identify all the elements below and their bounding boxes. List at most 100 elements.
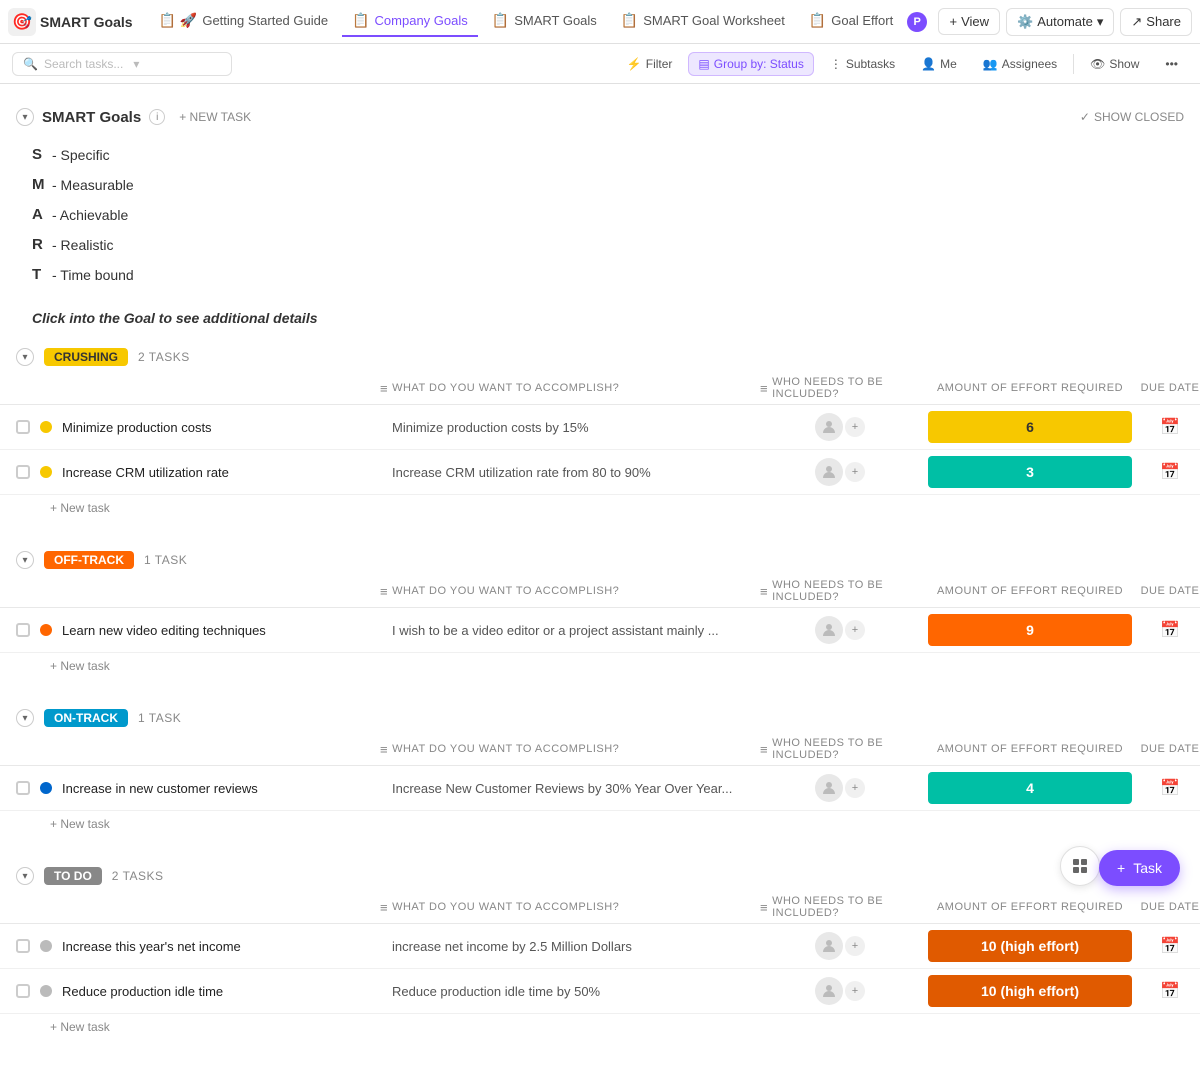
show-closed-button[interactable]: ✓ SHOW CLOSED xyxy=(1080,110,1184,124)
add-assignee-1-0[interactable]: + xyxy=(845,620,865,640)
tab-label-company-goals: Company Goals xyxy=(375,13,468,28)
add-assignee-0-1[interactable]: + xyxy=(845,462,865,482)
section-header: ▾ SMART Goals i + NEW TASK ✓ SHOW CLOSED xyxy=(0,100,1200,132)
show-closed-label: SHOW CLOSED xyxy=(1094,110,1184,124)
extra-tabs-indicator[interactable]: P xyxy=(907,12,927,32)
toolbar-divider xyxy=(1073,54,1074,74)
calendar-icon-0-0[interactable]: 📅 xyxy=(1160,417,1180,437)
add-assignee-2-0[interactable]: + xyxy=(845,778,865,798)
task-checkbox-3-1[interactable] xyxy=(16,984,30,998)
task-count-off-track: 1 TASK xyxy=(144,553,187,567)
calendar-icon-0-1[interactable]: 📅 xyxy=(1160,462,1180,482)
add-assignee-3-1[interactable]: + xyxy=(845,981,865,1001)
table-header-crushing: ≡ WHAT DO YOU WANT TO ACCOMPLISH? ≡ WHO … xyxy=(0,372,1200,405)
effort-cell-3-1: 10 (high effort) xyxy=(920,969,1140,1013)
task-name-3-0: Increase this year's net income xyxy=(62,939,241,954)
section-info-icon[interactable]: i xyxy=(149,109,165,125)
task-dot-1-0 xyxy=(40,624,52,636)
task-checkbox-2-0[interactable] xyxy=(16,781,30,795)
task-dot-3-1 xyxy=(40,985,52,997)
smart-meaning-m: - Measurable xyxy=(52,171,134,199)
add-assignee-3-0[interactable]: + xyxy=(845,936,865,956)
search-box[interactable]: 🔍 Search tasks... ▾ xyxy=(12,52,232,76)
tab-goal-effort[interactable]: 📋 Goal Effort xyxy=(799,6,903,37)
me-button[interactable]: 👤 Me xyxy=(911,52,967,76)
date-cell-2-0: 📅 xyxy=(1140,778,1200,798)
new-task-row-off-track[interactable]: + New task xyxy=(0,653,1200,679)
col-header-included: ≡ WHO NEEDS TO BE INCLUDED? xyxy=(760,579,920,603)
task-checkbox-0-1[interactable] xyxy=(16,465,30,479)
avatar-0-0 xyxy=(815,413,843,441)
status-badge-crushing: CRUSHING xyxy=(44,348,128,366)
tab-company-goals[interactable]: 📋 Company Goals xyxy=(342,6,478,37)
accomplish-cell-0-0: Minimize production costs by 15% xyxy=(380,412,760,443)
included-cell-2-0: + xyxy=(760,766,920,810)
smart-row-m: M - Measurable xyxy=(32,170,1168,200)
subtasks-button[interactable]: ⋮ Subtasks xyxy=(820,52,905,76)
col-header-effort: AMOUNT OF EFFORT REQUIRED xyxy=(920,743,1140,755)
effort-cell-0-0: 6 xyxy=(920,405,1140,449)
group-collapse-off-track[interactable]: ▾ xyxy=(16,551,34,569)
assignees-icon: 👥 xyxy=(983,57,998,71)
table-row[interactable]: Learn new video editing techniques I wis… xyxy=(0,608,1200,653)
col-header-accomplish: ≡ WHAT DO YOU WANT TO ACCOMPLISH? xyxy=(380,742,760,757)
table-row[interactable]: Increase this year's net income increase… xyxy=(0,924,1200,969)
view-button[interactable]: + View xyxy=(938,8,1000,35)
tab-smart-worksheet[interactable]: 📋 SMART Goal Worksheet xyxy=(611,6,795,37)
section-new-task-button[interactable]: + NEW TASK xyxy=(173,108,257,126)
search-input-placeholder: Search tasks... xyxy=(44,57,123,71)
section-collapse-button[interactable]: ▾ xyxy=(16,108,34,126)
group-collapse-crushing[interactable]: ▾ xyxy=(16,348,34,366)
calendar-icon-3-1[interactable]: 📅 xyxy=(1160,981,1180,1001)
avatar-3-1 xyxy=(815,977,843,1005)
group-on-track: ▾ ON-TRACK 1 TASK ≡ WHAT DO YOU WANT TO … xyxy=(0,703,1200,837)
task-name-1-0: Learn new video editing techniques xyxy=(62,623,266,638)
task-name-0-0: Minimize production costs xyxy=(62,420,212,435)
app-icon: 🎯 xyxy=(8,8,36,36)
calendar-icon-3-0[interactable]: 📅 xyxy=(1160,936,1180,956)
share-button[interactable]: ↗ Share xyxy=(1120,8,1192,36)
checkmark-icon: ✓ xyxy=(1080,110,1090,124)
search-dropdown-icon[interactable]: ▾ xyxy=(133,57,139,71)
tab-smart-goals[interactable]: 📋 SMART Goals xyxy=(482,6,607,37)
date-cell-1-0: 📅 xyxy=(1140,620,1200,640)
included-cell-3-1: + xyxy=(760,969,920,1013)
tab-getting-started[interactable]: 📋 🚀 Getting Started Guide xyxy=(149,6,339,37)
automate-chevron-icon: ▾ xyxy=(1097,14,1104,30)
new-task-row-on-track[interactable]: + New task xyxy=(0,811,1200,837)
table-row[interactable]: Increase in new customer reviews Increas… xyxy=(0,766,1200,811)
group-collapse-on-track[interactable]: ▾ xyxy=(16,709,34,727)
task-checkbox-0-0[interactable] xyxy=(16,420,30,434)
task-checkbox-1-0[interactable] xyxy=(16,623,30,637)
toolbar: 🔍 Search tasks... ▾ ⚡ Filter ▤ Group by:… xyxy=(0,44,1200,84)
more-options-button[interactable]: ••• xyxy=(1155,52,1188,76)
task-checkbox-3-0[interactable] xyxy=(16,939,30,953)
automate-icon: ⚙️ xyxy=(1017,14,1033,30)
automate-button[interactable]: ⚙️ Automate ▾ xyxy=(1006,8,1114,36)
assignees-button[interactable]: 👥 Assignees xyxy=(973,52,1067,76)
col-header-effort: AMOUNT OF EFFORT REQUIRED xyxy=(920,585,1140,597)
group-collapse-todo[interactable]: ▾ xyxy=(16,867,34,885)
group-by-button[interactable]: ▤ Group by: Status xyxy=(688,52,813,76)
smart-row-s: S - Specific xyxy=(32,140,1168,170)
table-row[interactable]: Increase CRM utilization rate Increase C… xyxy=(0,450,1200,495)
add-assignee-0-0[interactable]: + xyxy=(845,417,865,437)
smart-row-r: R - Realistic xyxy=(32,230,1168,260)
col-header-accomplish: ≡ WHAT DO YOU WANT TO ACCOMPLISH? xyxy=(380,584,760,599)
table-row[interactable]: Minimize production costs Minimize produ… xyxy=(0,405,1200,450)
task-cell-0-1: Increase CRM utilization rate xyxy=(0,457,380,488)
col-header-effort: AMOUNT OF EFFORT REQUIRED xyxy=(920,901,1140,913)
new-task-row-crushing[interactable]: + New task xyxy=(0,495,1200,521)
show-button[interactable]: 👁 Show xyxy=(1080,52,1149,76)
included-col-icon: ≡ xyxy=(760,900,768,915)
show-label: Show xyxy=(1109,57,1139,71)
grid-view-button[interactable] xyxy=(1060,846,1100,886)
new-task-row-todo[interactable]: + New task xyxy=(0,1014,1200,1040)
calendar-icon-2-0[interactable]: 📅 xyxy=(1160,778,1180,798)
effort-cell-1-0: 9 xyxy=(920,608,1140,652)
included-col-icon: ≡ xyxy=(760,584,768,599)
add-task-fab[interactable]: + Task xyxy=(1099,850,1180,886)
calendar-icon-1-0[interactable]: 📅 xyxy=(1160,620,1180,640)
table-row[interactable]: Reduce production idle time Reduce produ… xyxy=(0,969,1200,1014)
filter-button[interactable]: ⚡ Filter xyxy=(617,52,683,76)
